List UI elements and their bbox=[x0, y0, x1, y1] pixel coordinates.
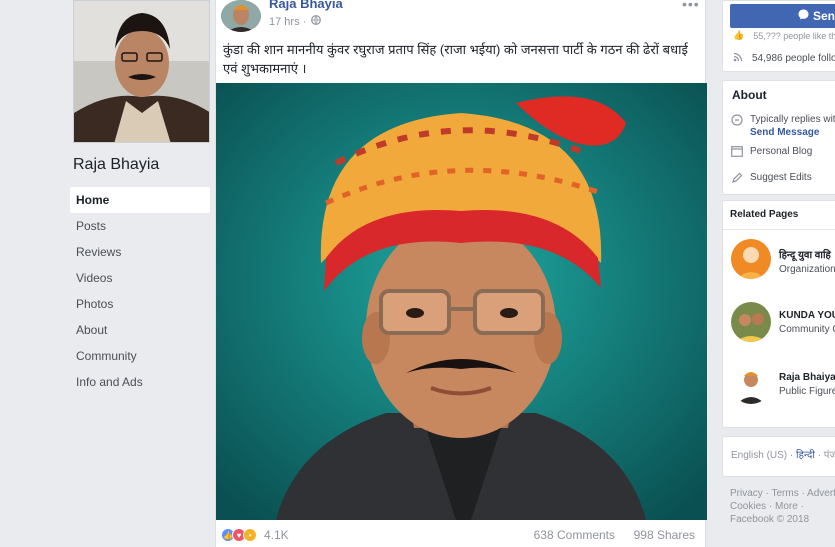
nav-home[interactable]: Home bbox=[70, 187, 210, 213]
language-hindi-link[interactable]: हिन्दी bbox=[796, 450, 815, 461]
reaction-count[interactable]: 4.1K bbox=[264, 528, 289, 542]
related-page-category: Organization bbox=[779, 264, 835, 275]
wow-reaction-icon: • bbox=[243, 528, 257, 542]
footer-copyright: Facebook © 2018 bbox=[730, 514, 810, 525]
nav-posts[interactable]: Posts bbox=[70, 213, 210, 239]
related-pages-title: Related Pages bbox=[730, 209, 799, 220]
reply-time-text: Typically replies with bbox=[750, 114, 835, 125]
browser-icon bbox=[731, 146, 743, 160]
post-meta: 17 hrs · bbox=[269, 15, 322, 28]
follows-count: 54,986 people follow bbox=[752, 53, 835, 64]
related-page-item[interactable]: हिन्दू युवा वाहि Organization bbox=[731, 239, 835, 279]
related-page-category: Public Figure bbox=[779, 386, 835, 397]
rss-icon bbox=[733, 52, 743, 65]
language-selector: English (US) · हिन्दी · पंजा bbox=[731, 447, 835, 461]
language-other-link[interactable]: · पंजा bbox=[818, 450, 835, 461]
more-options-icon[interactable]: ••• bbox=[682, 0, 700, 12]
shares-count[interactable]: 998 Shares bbox=[634, 528, 695, 542]
post-photo[interactable] bbox=[216, 83, 707, 520]
related-page-name: Raja Bhaiya bbox=[779, 372, 835, 383]
related-page-avatar bbox=[731, 239, 771, 279]
related-page-item[interactable]: Raja Bhaiya Public Figure bbox=[731, 364, 835, 404]
reply-time-row: Typically replies with Send Message bbox=[731, 114, 835, 138]
language-current: English (US) · bbox=[731, 450, 794, 461]
post-footer: 👍 ♥ • 4.1K 638 Comments 998 Shares bbox=[216, 528, 707, 547]
related-page-avatar bbox=[731, 302, 771, 342]
likes-count: 55,??? people like this bbox=[753, 30, 835, 41]
suggest-edits-row[interactable]: Suggest Edits bbox=[731, 172, 812, 187]
related-page-name: हिन्दू युवा वाहि bbox=[779, 250, 831, 261]
post-author-avatar[interactable] bbox=[221, 0, 261, 32]
like-icon: 👍 bbox=[733, 30, 745, 40]
related-page-category: Community Or bbox=[779, 324, 835, 335]
suggest-edits-label: Suggest Edits bbox=[750, 172, 812, 183]
personal-blog-row[interactable]: Personal Blog bbox=[731, 146, 812, 160]
language-card: English (US) · हिन्दी · पंजा bbox=[722, 436, 835, 477]
related-page-avatar bbox=[731, 364, 771, 404]
about-title: About bbox=[732, 88, 767, 102]
related-page-item[interactable]: KUNDA YOU Community Or bbox=[731, 302, 835, 342]
likes-row-partial: 👍 55,??? people like this bbox=[733, 30, 835, 41]
about-card: About Typically replies with Send Messag… bbox=[722, 80, 835, 195]
nav-videos[interactable]: Videos bbox=[70, 265, 210, 291]
nav-photos[interactable]: Photos bbox=[70, 291, 210, 317]
footer-privacy-terms[interactable]: Privacy · Terms · Advertis bbox=[730, 487, 835, 500]
pencil-icon bbox=[731, 172, 743, 187]
related-page-name: KUNDA YOU bbox=[779, 310, 835, 321]
post-text: कुंडा की शान माननीय कुंवर रघुराज प्रताप … bbox=[223, 42, 688, 76]
post-author-name[interactable]: Raja Bhayia bbox=[269, 0, 343, 11]
left-navigation: Home Posts Reviews Videos Photos About C… bbox=[70, 187, 210, 395]
globe-icon bbox=[311, 15, 322, 28]
messenger-icon bbox=[798, 9, 809, 23]
page-name[interactable]: Raja Bhayia bbox=[73, 156, 159, 174]
nav-about[interactable]: About bbox=[70, 317, 210, 343]
comments-count[interactable]: 638 Comments bbox=[534, 528, 615, 542]
post-card: Raja Bhayia 17 hrs · ••• कुंडा की शान मा… bbox=[215, 0, 707, 547]
send-message-button[interactable]: Send bbox=[730, 4, 835, 28]
chat-bubble-icon bbox=[731, 114, 743, 129]
related-pages-card: Related Pages हिन्दू युवा वाहि Organizat… bbox=[722, 200, 835, 428]
follows-row: 54,986 people follow bbox=[733, 52, 835, 65]
reactions-summary[interactable]: 👍 ♥ • 4.1K bbox=[221, 528, 289, 542]
footer-links: Privacy · Terms · Advertis Cookies · Mor… bbox=[730, 487, 835, 526]
profile-picture[interactable] bbox=[73, 0, 210, 143]
send-label: Send bbox=[813, 9, 835, 23]
post-time[interactable]: 17 hrs · bbox=[269, 16, 306, 28]
right-column: Send 👍 55,??? people like this 54,986 pe… bbox=[720, 0, 835, 547]
left-column: Raja Bhayia Home Posts Reviews Videos Ph… bbox=[0, 0, 215, 547]
nav-reviews[interactable]: Reviews bbox=[70, 239, 210, 265]
send-message-link[interactable]: Send Message bbox=[750, 127, 835, 138]
nav-info-and-ads[interactable]: Info and Ads bbox=[70, 369, 210, 395]
personal-blog-label: Personal Blog bbox=[750, 146, 813, 157]
nav-community[interactable]: Community bbox=[70, 343, 210, 369]
page-stats-card: Send 👍 55,??? people like this 54,986 pe… bbox=[722, 0, 835, 72]
footer-cookies-more[interactable]: Cookies · More · bbox=[730, 500, 835, 513]
